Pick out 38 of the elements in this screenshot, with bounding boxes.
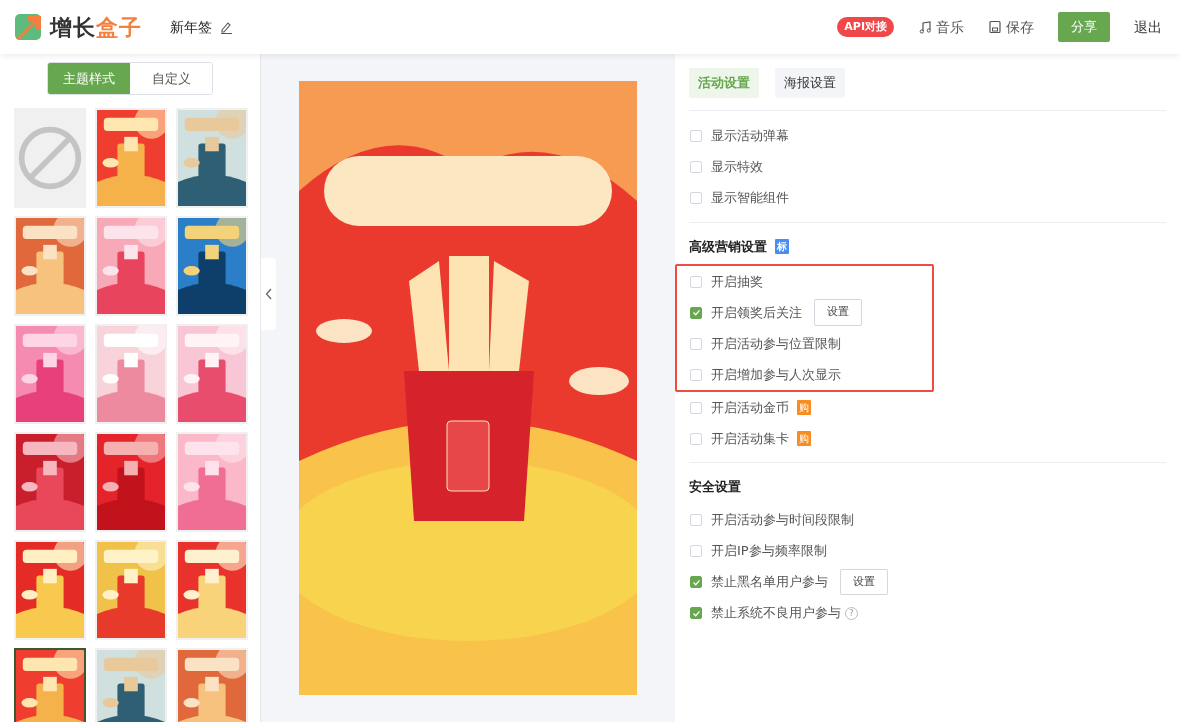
checkbox[interactable] (690, 576, 702, 588)
music-note-icon (918, 20, 932, 34)
document-title: 新年签 (170, 17, 212, 37)
settings-button[interactable]: 设置 (840, 568, 888, 596)
purchase-tag: 购 (797, 431, 811, 446)
music-button[interactable]: 音乐 (918, 16, 964, 38)
option-label: 开启活动集卡 (711, 429, 789, 448)
option-label: 开启活动参与位置限制 (711, 334, 841, 353)
section-title: 高级营销设置 (689, 237, 767, 256)
section-title: 安全设置 (689, 478, 741, 496)
template-thumbnail[interactable] (176, 648, 248, 722)
logo-icon (14, 13, 42, 41)
option-label: 显示活动弹幕 (711, 127, 789, 146)
chevron-left-icon (264, 288, 273, 300)
settings-button[interactable]: 设置 (814, 299, 862, 326)
option-label: 开启领奖后关注 (711, 303, 802, 322)
settings-tab[interactable]: 海报设置 (775, 68, 845, 98)
template-thumbnail[interactable] (14, 648, 86, 722)
checkbox[interactable] (690, 607, 702, 619)
logo-text: 增长盒子 (50, 13, 142, 42)
edit-icon[interactable] (219, 20, 233, 34)
checkbox[interactable] (690, 306, 702, 319)
option-label: 开启抽奖 (711, 272, 763, 291)
option-label: 开启增加参与人次显示 (711, 365, 841, 384)
option-label: 禁止黑名单用户参与 (711, 573, 828, 592)
save-button[interactable]: 保存 (988, 16, 1034, 38)
option-label: 显示智能组件 (711, 189, 789, 208)
api-badge[interactable]: API对接 (837, 16, 894, 38)
template-thumbnail[interactable] (14, 108, 86, 208)
option-label: 开启活动参与时间段限制 (711, 511, 854, 530)
option-label: 显示特效 (711, 158, 763, 177)
option-label: 开启活动金币 (711, 398, 789, 417)
option-label: 禁止系统不良用户参与 (711, 604, 841, 623)
purchase-tag: 购 (797, 400, 811, 415)
option-label: 开启IP参与频率限制 (711, 542, 827, 561)
section-tag: 标 (775, 238, 789, 254)
template-thumbnail[interactable] (95, 648, 167, 722)
exit-button[interactable]: 退出 (1134, 16, 1162, 38)
